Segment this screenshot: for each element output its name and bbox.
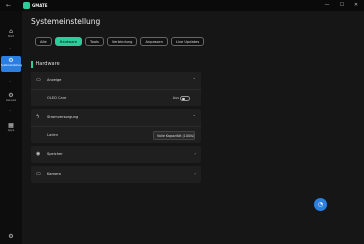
sidebar-item-label: Systemeinstellung bbox=[1, 64, 23, 67]
section-title: Hardware bbox=[35, 61, 60, 67]
tab-live-updates[interactable]: Live Updates bbox=[170, 37, 205, 46]
chat-icon: ◔ bbox=[317, 201, 324, 208]
tab-bar: Alle Hardware Tools Verbindung Anpassen … bbox=[35, 37, 205, 46]
card-kamera[interactable]: ▭ Kamera › bbox=[31, 166, 201, 183]
laden-label: Laden bbox=[47, 133, 58, 137]
anzeige-label: Anzeige bbox=[47, 78, 62, 82]
maximize-button[interactable]: ☐ bbox=[338, 1, 346, 9]
gear-icon: ⚙ bbox=[8, 92, 14, 99]
section-accent-bar bbox=[31, 60, 33, 68]
section-header: Hardware bbox=[31, 60, 60, 68]
toggle-knob bbox=[182, 97, 185, 101]
laden-row: Laden Volle Kapazität (100%) ⌄ bbox=[31, 126, 201, 143]
anzeige-header[interactable]: ▭ Anzeige ⌃ bbox=[31, 72, 201, 89]
main-content: Systemeinstellung Alle Hardware Tools Ve… bbox=[22, 11, 364, 244]
stromversorgung-label: Stromversorgung bbox=[47, 115, 79, 119]
kamera-row[interactable]: ▭ Kamera › bbox=[31, 166, 201, 183]
app-logo bbox=[23, 2, 30, 9]
chevron-right-icon: › bbox=[194, 171, 196, 176]
chevron-down-icon[interactable]: ⌄ bbox=[9, 108, 12, 112]
speicher-row[interactable]: ◉ Speicher › bbox=[31, 146, 201, 163]
monitor-icon: ▭ bbox=[36, 77, 41, 83]
disk-icon: ◉ bbox=[36, 151, 41, 157]
oled-care-label: OLED Care bbox=[47, 96, 67, 100]
gear-icon: ⚙ bbox=[8, 57, 14, 64]
title-bar: ← GMATE — ☐ ✕ bbox=[0, 0, 364, 11]
oled-care-toggle-label: Aus bbox=[172, 96, 179, 100]
close-button[interactable]: ✕ bbox=[352, 1, 360, 9]
app-name: GMATE bbox=[32, 3, 48, 8]
sidebar-item-start[interactable]: ⌂ Start bbox=[1, 28, 21, 38]
sidebar-item-genesis[interactable]: ⚙ Genesis bbox=[1, 92, 21, 102]
chevron-up-icon[interactable]: ⌃ bbox=[193, 114, 196, 120]
page-title: Systemeinstellung bbox=[31, 17, 101, 26]
chevron-up-icon[interactable]: ⌃ bbox=[193, 77, 196, 83]
sidebar-item-systemeinstellung[interactable]: ⚙ Systemeinstellung bbox=[1, 56, 23, 72]
settings-icon[interactable]: ⚙ bbox=[1, 233, 21, 240]
chevron-down-icon[interactable]: ⌄ bbox=[9, 46, 12, 50]
power-icon: ϟ bbox=[36, 114, 40, 120]
chat-button[interactable]: ◔ bbox=[314, 198, 327, 211]
sidebar-item-label: Apps bbox=[7, 129, 15, 132]
oled-care-row: OLED Care Aus bbox=[31, 89, 201, 106]
sidebar-item-label: Start bbox=[7, 35, 15, 38]
card-anzeige: ▭ Anzeige ⌃ OLED Care Aus bbox=[31, 72, 201, 106]
apps-icon: ▦ bbox=[8, 122, 14, 129]
tab-verbindung[interactable]: Verbindung bbox=[106, 37, 138, 46]
chevron-down-icon[interactable]: ⌄ bbox=[9, 79, 12, 83]
laden-dropdown[interactable]: Volle Kapazität (100%) ⌄ bbox=[153, 131, 195, 140]
card-stromversorgung: ϟ Stromversorgung ⌃ Laden Volle Kapazitä… bbox=[31, 109, 201, 143]
tab-hardware[interactable]: Hardware bbox=[54, 37, 83, 46]
speicher-label: Speicher bbox=[47, 152, 63, 156]
back-arrow-icon[interactable]: ← bbox=[6, 2, 11, 9]
oled-care-toggle[interactable] bbox=[180, 96, 190, 101]
tab-anpassen[interactable]: Anpassen bbox=[140, 37, 168, 46]
tab-alle[interactable]: Alle bbox=[35, 37, 52, 46]
camera-icon: ▭ bbox=[36, 171, 41, 177]
chevron-down-icon: ⌄ bbox=[189, 134, 192, 138]
minimize-button[interactable]: — bbox=[323, 1, 331, 9]
stromversorgung-header[interactable]: ϟ Stromversorgung ⌃ bbox=[31, 109, 201, 126]
chevron-right-icon: › bbox=[194, 151, 196, 156]
kamera-label: Kamera bbox=[47, 172, 61, 176]
sidebar-item-label: Genesis bbox=[5, 99, 17, 102]
home-icon: ⌂ bbox=[9, 28, 13, 35]
sidebar-item-apps[interactable]: ▦ Apps bbox=[1, 122, 21, 132]
card-speicher[interactable]: ◉ Speicher › bbox=[31, 146, 201, 163]
tab-tools[interactable]: Tools bbox=[85, 37, 104, 46]
sidebar: ⌂ Start ⌄ ⚙ Systemeinstellung ⌄ ⚙ Genesi… bbox=[0, 11, 22, 244]
